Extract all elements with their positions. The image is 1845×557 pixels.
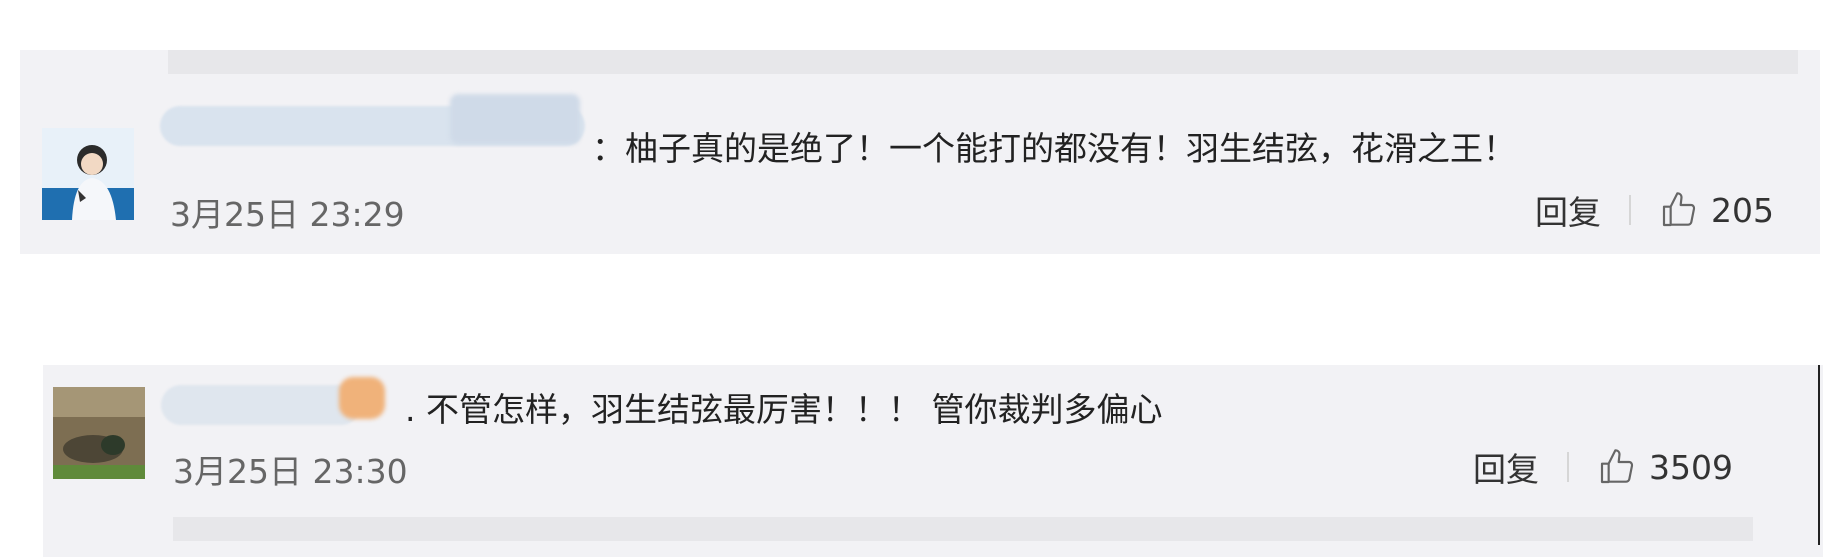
username-blur-patch	[450, 94, 580, 144]
action-divider	[1567, 452, 1569, 482]
comment-timestamp: 3月25日 23:29	[170, 195, 405, 234]
avatar[interactable]	[53, 387, 145, 479]
reply-button[interactable]: 回复	[1535, 186, 1601, 234]
comment-card: ：柚子真的是绝了！一个能打的都没有！羽生结弦，花滑之王！ 3月25日 23:29…	[20, 50, 1820, 254]
like-button[interactable]: 3509	[1597, 447, 1733, 487]
comment-actions: 回复 205	[1535, 186, 1774, 234]
divider-bar	[173, 517, 1753, 541]
like-count: 3509	[1649, 447, 1733, 487]
comment-card: . 不管怎样，羽生结弦最厉害！！！ 管你裁判多偏心 3月25日 23:30 回复…	[43, 365, 1823, 557]
username-blurred[interactable]	[161, 385, 361, 425]
comment-timestamp: 3月25日 23:30	[173, 452, 408, 491]
comment-text: . 不管怎样，羽生结弦最厉害！！！ 管你裁判多偏心	[405, 390, 1163, 429]
comment-actions: 回复 3509	[1473, 443, 1733, 491]
like-button[interactable]: 205	[1659, 190, 1774, 230]
thumbs-up-icon	[1600, 449, 1634, 484]
thumbs-up-icon	[1662, 192, 1696, 227]
like-count: 205	[1711, 190, 1774, 230]
reply-button[interactable]: 回复	[1473, 443, 1539, 491]
border-line	[1818, 365, 1820, 545]
divider-bar	[168, 50, 1798, 74]
avatar[interactable]	[42, 128, 134, 220]
comment-text: ：柚子真的是绝了！一个能打的都没有！羽生结弦，花滑之王！	[592, 129, 1516, 168]
action-divider	[1629, 195, 1631, 225]
username-emoji-blurred	[339, 377, 385, 419]
